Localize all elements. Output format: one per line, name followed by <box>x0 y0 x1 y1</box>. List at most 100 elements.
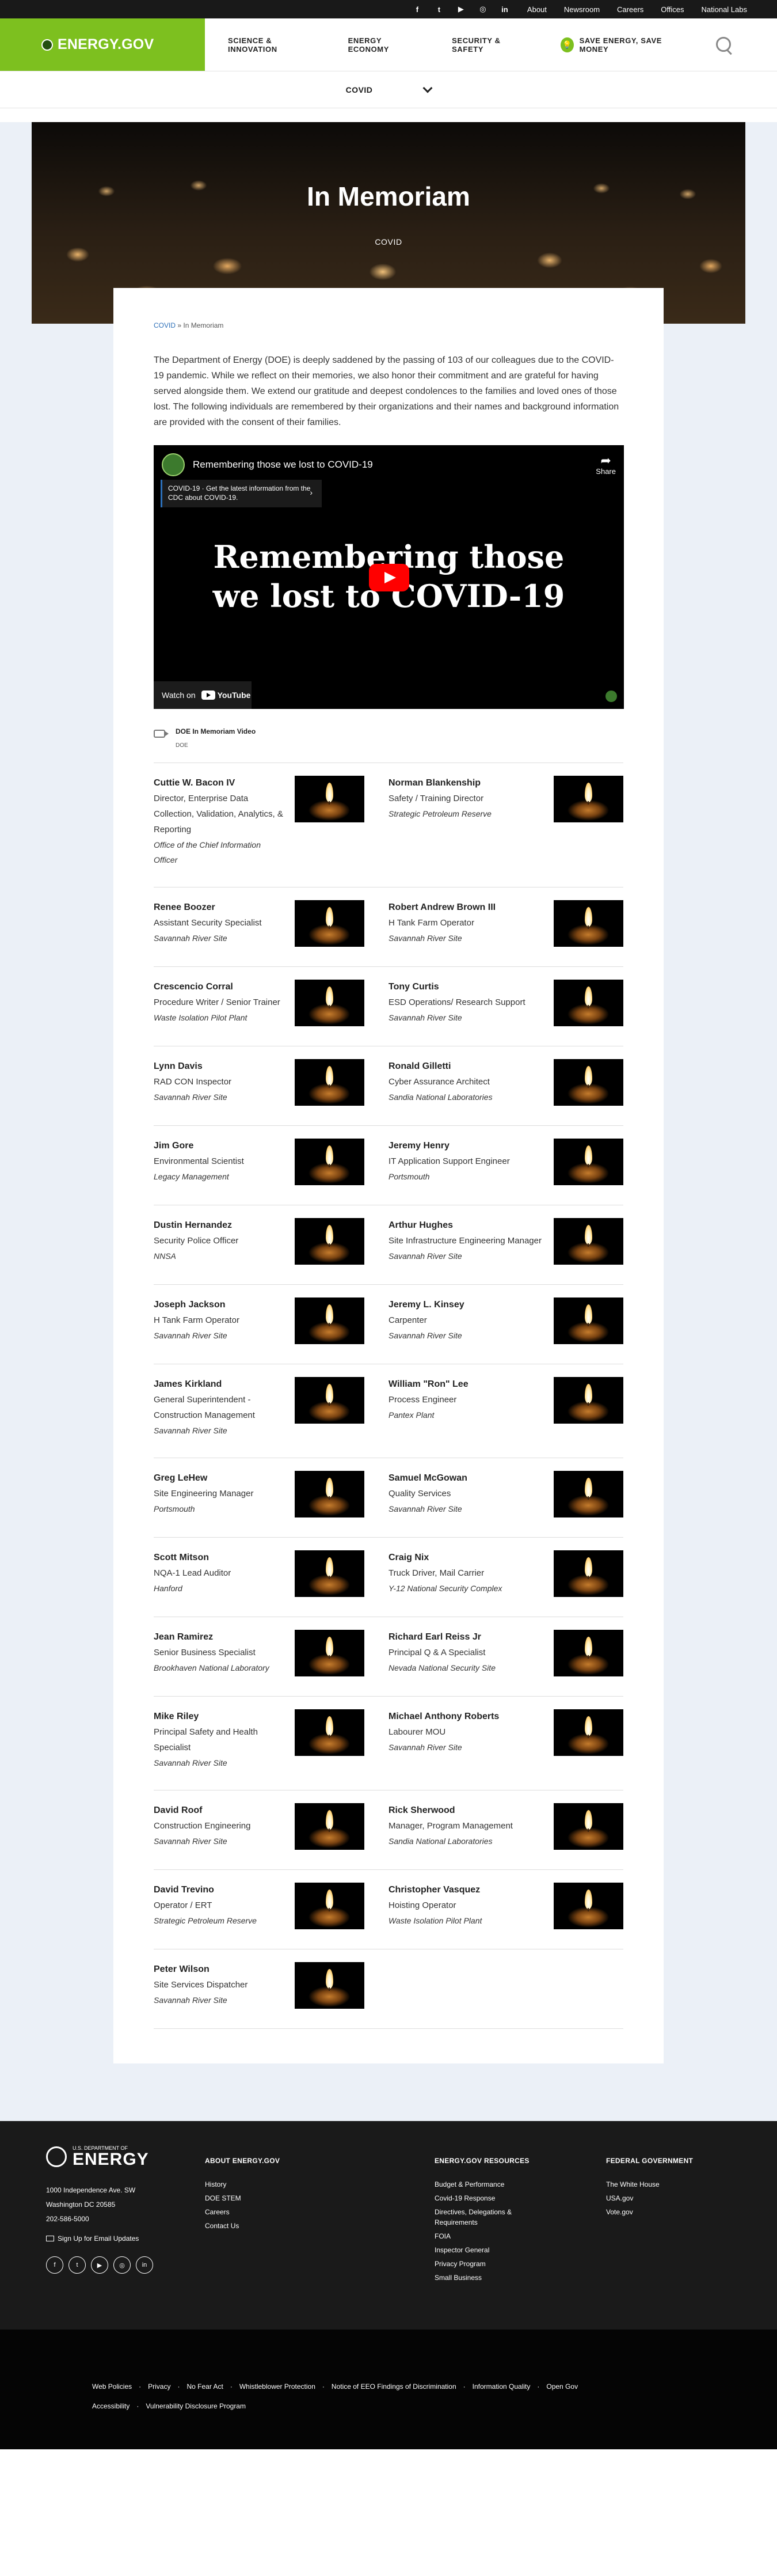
footer-link-directives[interactable]: Directives, Delegations & Requirements <box>435 2207 515 2228</box>
youtube-logo-icon <box>201 691 215 700</box>
memorial-entry: Richard Earl Reiss Jr Principal Q & A Spe… <box>389 1630 623 1676</box>
person-organization: Savannah River Site <box>154 1758 227 1767</box>
sub-footer-separator: · <box>230 2382 233 2391</box>
footer-link-doe-stem[interactable]: DOE STEM <box>205 2191 280 2205</box>
person-organization: Portsmouth <box>389 1172 430 1181</box>
youtube-icon[interactable]: ▶ <box>91 2256 108 2274</box>
share-icon: ➦ <box>600 453 611 468</box>
candle-image <box>295 1550 364 1597</box>
sub-footer-link[interactable]: Information Quality <box>473 2382 531 2391</box>
instagram-icon[interactable]: ◎ <box>478 4 488 14</box>
sub-footer-link[interactable]: Accessibility <box>92 2402 130 2410</box>
nav-save-energy[interactable]: 💡 SAVE ENERGY, SAVE MONEY <box>561 36 678 54</box>
memorial-entry: Greg LeHew Site Engineering Manager Portsm… <box>154 1471 389 1517</box>
memorial-entry-info: David Trevino Operator / ERT Strategic Pet… <box>154 1883 295 1929</box>
sub-footer-link[interactable]: Open Gov <box>546 2382 578 2391</box>
candle-image <box>554 1059 623 1106</box>
person-organization: Savannah River Site <box>154 1092 227 1102</box>
candle-wick <box>329 1576 330 1579</box>
person-name: Tony Curtis <box>389 982 439 992</box>
youtube-icon[interactable]: ▶ <box>456 4 466 14</box>
nav-energy-economy[interactable]: ENERGY ECONOMY <box>348 36 416 54</box>
footer-resources-title: ENERGY.GOV RESOURCES <box>435 2157 530 2165</box>
person-name: Greg LeHew <box>154 1473 208 1483</box>
memorial-entry-info: Joseph Jackson H Tank Farm Operator Savann… <box>154 1298 295 1344</box>
footer-link-contact-us[interactable]: Contact Us <box>205 2219 280 2233</box>
memorial-entry-info: Norman Blankenship Safety / Training Dire… <box>389 776 554 867</box>
footer-link-covid-response[interactable]: Covid-19 Response <box>435 2191 530 2205</box>
channel-avatar[interactable] <box>162 453 185 476</box>
person-name: Michael Anthony Roberts <box>389 1712 500 1721</box>
site-logo[interactable]: ENERGY.GOV <box>0 18 205 71</box>
video-title[interactable]: Remembering those we lost to COVID-19 <box>193 459 373 471</box>
section-subnav[interactable]: COVID <box>0 71 777 108</box>
person-title: NQA-1 Lead Auditor <box>154 1568 231 1578</box>
linkedin-icon[interactable]: in <box>500 4 510 14</box>
sub-footer-link[interactable]: Whistleblower Protection <box>239 2382 315 2391</box>
page-spacer <box>0 2063 777 2121</box>
search-icon[interactable] <box>715 36 731 54</box>
util-link-newsroom[interactable]: Newsroom <box>564 5 600 14</box>
person-title: Hoisting Operator <box>389 1900 456 1910</box>
nav-security-safety[interactable]: SECURITY & SAFETY <box>452 36 524 54</box>
covid-info-text: COVID-19 · Get the latest information fr… <box>168 484 311 502</box>
memorial-entry-info: Crescencio Corral Procedure Writer / Seni… <box>154 980 295 1026</box>
candle-image <box>554 1139 623 1185</box>
sub-footer-link[interactable]: Vulnerability Disclosure Program <box>146 2402 246 2410</box>
footer-link-white-house[interactable]: The White House <box>606 2177 693 2191</box>
footer-link-privacy-program[interactable]: Privacy Program <box>435 2257 530 2271</box>
util-link-careers[interactable]: Careers <box>617 5 643 14</box>
email-signup-link[interactable]: Sign Up for Email Updates <box>46 2234 777 2243</box>
facebook-icon[interactable]: f <box>412 4 422 14</box>
person-name: Jim Gore <box>154 1141 194 1151</box>
sub-footer-link[interactable]: No Fear Act <box>186 2382 223 2391</box>
memorial-entry-info: Peter Wilson Site Services Dispatcher Sava… <box>154 1962 295 2009</box>
breadcrumb-link-covid[interactable]: COVID <box>154 321 176 329</box>
twitter-icon[interactable]: t <box>68 2256 86 2274</box>
candle-wick <box>588 1243 589 1247</box>
footer-link-budget[interactable]: Budget & Performance <box>435 2177 530 2191</box>
footer-link-usa-gov[interactable]: USA.gov <box>606 2191 693 2205</box>
twitter-icon[interactable]: t <box>434 4 444 14</box>
footer-link-vote-gov[interactable]: Vote.gov <box>606 2205 693 2219</box>
sub-footer-link[interactable]: Privacy <box>148 2382 170 2391</box>
candle-image <box>295 1377 364 1424</box>
util-link-about[interactable]: About <box>527 5 547 14</box>
hero-subtitle: COVID <box>375 237 402 246</box>
sub-footer-link[interactable]: Web Policies <box>92 2382 132 2391</box>
memorial-entry-info: Dustin Hernandez Security Police Officer N… <box>154 1218 295 1265</box>
candle-flame <box>585 1384 592 1403</box>
footer-link-history[interactable]: History <box>205 2177 280 2191</box>
footer-link-foia[interactable]: FOIA <box>435 2229 530 2243</box>
util-link-national-labs[interactable]: National Labs <box>702 5 748 14</box>
video-meta-title[interactable]: DOE In Memoriam Video <box>176 727 256 735</box>
candle-image <box>554 776 623 822</box>
covid-info-panel[interactable]: COVID-19 · Get the latest information fr… <box>161 480 322 507</box>
instagram-icon[interactable]: ◎ <box>113 2256 131 2274</box>
video-player[interactable]: Remembering those we lost to COVID-19 ➦ … <box>154 445 624 709</box>
play-button-icon[interactable] <box>369 564 409 591</box>
candle-flame <box>585 1145 592 1165</box>
candle-image <box>554 1883 623 1929</box>
footer-link-inspector-general[interactable]: Inspector General <box>435 2243 530 2257</box>
util-link-offices[interactable]: Offices <box>661 5 684 14</box>
footer-link-careers[interactable]: Careers <box>205 2205 280 2219</box>
watch-on-youtube-button[interactable]: Watch on YouTube <box>154 681 252 709</box>
nav-science-innovation[interactable]: SCIENCE & INNOVATION <box>228 36 311 54</box>
memorial-entry-info: Tony Curtis ESD Operations/ Research Supp… <box>389 980 554 1026</box>
memorial-row: Joseph Jackson H Tank Farm Operator Savann… <box>154 1285 623 1364</box>
linkedin-icon[interactable]: in <box>136 2256 153 2274</box>
utility-bar: f t ▶ ◎ in About Newsroom Careers Office… <box>0 0 777 18</box>
candle-image <box>295 1139 364 1185</box>
page-background: In Memoriam COVID COVID » In Memoriam Th… <box>0 122 777 2121</box>
person-organization: Strategic Petroleum Reserve <box>154 1916 257 1925</box>
candle-wick <box>588 801 589 805</box>
footer-link-small-business[interactable]: Small Business <box>435 2271 530 2285</box>
person-organization: Strategic Petroleum Reserve <box>389 809 492 818</box>
sub-footer-link[interactable]: Notice of EEO Findings of Discrimination <box>332 2382 456 2391</box>
person-name: Robert Andrew Brown III <box>389 902 496 912</box>
candle-wick <box>588 1496 589 1500</box>
youtube-label: YouTube <box>217 691 251 700</box>
share-button[interactable]: ➦ Share <box>596 454 616 476</box>
facebook-icon[interactable]: f <box>46 2256 63 2274</box>
